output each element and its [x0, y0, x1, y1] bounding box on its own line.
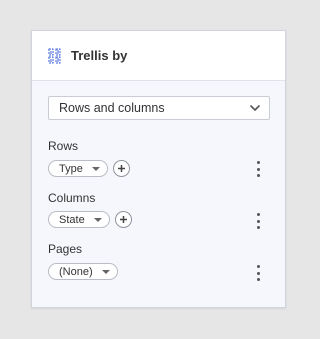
kebab-dot — [256, 219, 260, 223]
pages-axis-selector[interactable]: (None) — [48, 263, 118, 280]
columns-axis-selector[interactable]: State — [48, 211, 110, 228]
caret-down-icon — [93, 217, 102, 222]
add-column-button[interactable] — [115, 211, 132, 228]
kebab-dot — [256, 226, 260, 229]
rows-axis-value: Type — [59, 162, 83, 175]
kebab-dot — [256, 265, 260, 268]
kebab-dot — [256, 213, 260, 216]
add-row-button[interactable] — [113, 160, 130, 177]
panel-header: Trellis by — [32, 31, 285, 81]
columns-more-menu[interactable] — [254, 213, 262, 229]
kebab-dot — [256, 174, 260, 177]
pages-label: Pages — [48, 242, 83, 256]
pages-axis-value: (None) — [59, 265, 93, 278]
chevron-down-icon — [249, 102, 261, 114]
columns-label: Columns — [48, 191, 96, 205]
kebab-dot — [256, 167, 260, 171]
trellis-mode-dropdown[interactable]: Rows and columns — [48, 96, 270, 120]
columns-axis-value: State — [59, 213, 85, 226]
caret-down-icon — [101, 269, 110, 274]
rows-more-menu[interactable] — [254, 161, 262, 177]
caret-down-icon — [91, 166, 100, 171]
plus-icon — [120, 216, 127, 223]
pages-more-menu[interactable] — [254, 265, 262, 281]
trellis-panel: Trellis by Rows and columns Rows Type Co… — [31, 30, 286, 308]
kebab-dot — [256, 161, 260, 164]
panel-title: Trellis by — [71, 48, 128, 63]
kebab-dot — [256, 278, 260, 281]
plus-icon — [118, 165, 125, 172]
kebab-dot — [256, 271, 260, 275]
rows-axis-selector[interactable]: Type — [48, 160, 108, 177]
trellis-icon — [48, 48, 62, 64]
rows-label: Rows — [48, 139, 79, 153]
trellis-mode-value: Rows and columns — [59, 101, 165, 115]
